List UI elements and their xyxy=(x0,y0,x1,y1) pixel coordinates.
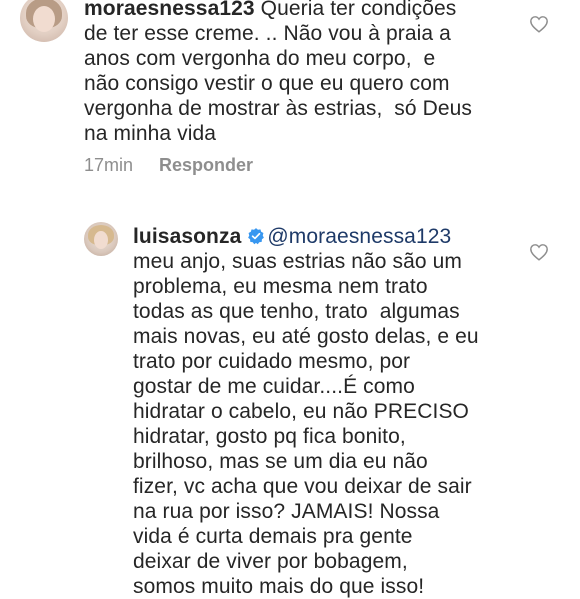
comment-meta: 17min Responder xyxy=(84,155,253,176)
reply-username[interactable]: luisasonza xyxy=(133,225,241,248)
comment-line: de ter esse creme. .. Não vou à praia a xyxy=(84,22,451,45)
reply-text: luisasonza @moraesnessa123 meu anjo, suas… xyxy=(133,224,533,599)
reply-line: vida é curta demais pra gente xyxy=(133,525,413,548)
avatar[interactable] xyxy=(84,222,118,256)
avatar[interactable] xyxy=(20,0,68,42)
comment-username[interactable]: moraesnessa123 xyxy=(84,0,255,20)
heart-outline-icon[interactable] xyxy=(529,243,549,261)
reply-line: na rua por isso? JAMAIS! Nossa xyxy=(133,500,440,523)
reply-luisasonza: luisasonza @moraesnessa123 meu anjo, suas… xyxy=(0,210,580,598)
reply-line: deixar de viver por bobagem, xyxy=(133,550,408,573)
comment-text: moraesnessa123 Queria ter condições de t… xyxy=(84,0,524,146)
comment-line: na minha vida xyxy=(84,122,217,145)
reply-header-line: luisasonza @moraesnessa123 xyxy=(133,224,533,249)
heart-outline-icon[interactable] xyxy=(529,15,549,33)
reply-line: fizer, vc acha que vou deixar de sair xyxy=(133,475,472,498)
reply-line: trato por cuidado mesmo, por xyxy=(133,350,411,373)
reply-line: hidratar o cabelo, eu não PRECISO xyxy=(133,400,469,423)
comment-line: vergonha de mostrar às estrias, só Deus xyxy=(84,97,473,120)
reply-line: somos muito mais do que isso! xyxy=(133,575,425,598)
reply-line: gostar de me cuidar....É como xyxy=(133,375,415,398)
reply-line: hidratar, gosto pq fica bonito, xyxy=(133,425,406,448)
reply-line: brilhoso, mas se um dia eu não xyxy=(133,450,428,473)
reply-line: mais novas, eu até gosto delas, e eu xyxy=(133,325,479,348)
mention-link[interactable]: @moraesnessa123 xyxy=(267,225,451,248)
verified-badge-icon xyxy=(248,228,265,245)
reply-line: meu anjo, suas estrias não são um xyxy=(133,250,462,273)
avatar-face xyxy=(94,231,108,249)
reply-line: problema, eu mesma nem trato xyxy=(133,275,428,298)
comment-line: não consigo vestir o que eu quero com xyxy=(84,72,450,95)
avatar-face xyxy=(33,6,55,32)
comment-moraesnessa123: moraesnessa123 Queria ter condições de t… xyxy=(0,0,580,190)
comment-line: anos com vergonha do meu corpo, e xyxy=(84,47,436,70)
reply-button[interactable]: Responder xyxy=(159,155,253,176)
reply-line: todas as que tenho, trato algumas xyxy=(133,300,460,323)
comment-timestamp: 17min xyxy=(84,155,134,175)
comment-first-line: moraesnessa123 Queria ter condições xyxy=(84,0,524,21)
